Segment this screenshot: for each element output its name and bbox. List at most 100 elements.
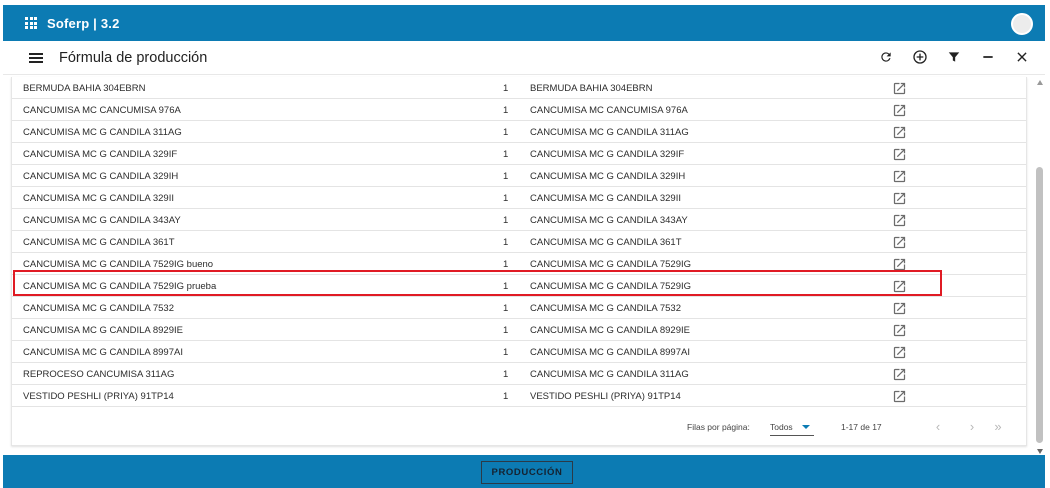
product-cell: CANCUMISA MC G CANDILA 361T xyxy=(23,237,175,248)
bottom-action-bar: PRODUCCIÓN xyxy=(3,455,1045,488)
formula-cell: CANCUMISA MC G CANDILA 329II xyxy=(530,193,681,204)
page-title: Fórmula de producción xyxy=(59,49,208,66)
scroll-down-arrow-icon[interactable] xyxy=(1037,449,1043,454)
product-cell: CANCUMISA MC G CANDILA 7532 xyxy=(23,303,174,314)
formula-cell: CANCUMISA MC G CANDILA 8929IE xyxy=(530,325,690,336)
table-row[interactable]: CANCUMISA MC G CANDILA 8997AI 1 CANCUMISA … xyxy=(12,341,1026,363)
product-cell: CANCUMISA MC G CANDILA 329II xyxy=(23,193,174,204)
caret-down-icon xyxy=(802,425,810,429)
formula-cell: CANCUMISA MC CANCUMISA 976A xyxy=(530,105,688,116)
product-cell: VESTIDO PESHLI (PRIYA) 91TP14 xyxy=(23,391,174,402)
table-row[interactable]: CANCUMISA MC G CANDILA 8929IE 1 CANCUMISA … xyxy=(12,319,1026,341)
open-in-new-icon[interactable] xyxy=(892,367,907,382)
product-cell: BERMUDA BAHIA 304EBRN xyxy=(23,83,146,94)
scroll-thumb[interactable] xyxy=(1036,167,1043,443)
rows-per-page-label: Filas por página: xyxy=(687,422,750,432)
add-circle-icon[interactable] xyxy=(911,46,929,68)
table-pagination: Filas por página: Todos 1-17 de 17 ‹ › » xyxy=(12,408,1026,445)
toolbar-actions xyxy=(877,46,1031,68)
vertical-scrollbar[interactable] xyxy=(1034,77,1046,447)
rows-per-page-value: Todos xyxy=(770,422,793,432)
open-in-new-icon[interactable] xyxy=(892,169,907,184)
formula-cell: CANCUMISA MC G CANDILA 329IF xyxy=(530,149,685,160)
filter-icon[interactable] xyxy=(945,46,963,68)
table-row[interactable]: VESTIDO PESHLI (PRIYA) 91TP14 1 VESTIDO PE… xyxy=(12,385,1026,407)
open-in-new-icon[interactable] xyxy=(892,345,907,360)
table-row[interactable]: REPROCESO CANCUMISA 311AG 1 CANCUMISA MC G… xyxy=(12,363,1026,385)
quantity-cell: 1 xyxy=(503,105,509,116)
table-row[interactable]: CANCUMISA MC G CANDILA 7529IG bueno 1 CANC… xyxy=(12,253,1026,275)
open-in-new-icon[interactable] xyxy=(892,191,907,206)
page-toolbar: Fórmula de producción xyxy=(3,41,1045,75)
product-cell: CANCUMISA MC G CANDILA 7529IG bueno xyxy=(23,259,214,270)
open-in-new-icon[interactable] xyxy=(892,389,907,404)
table-row[interactable]: CANCUMISA MC G CANDILA 329IF 1 CANCUMISA M… xyxy=(12,143,1026,165)
formula-cell: CANCUMISA MC G CANDILA 7529IG xyxy=(530,281,692,292)
quantity-cell: 1 xyxy=(503,303,509,314)
table-row[interactable]: CANCUMISA MC G CANDILA 329II 1 CANCUMISA M… xyxy=(12,187,1026,209)
product-cell: CANCUMISA MC CANCUMISA 976A xyxy=(23,105,181,116)
quantity-cell: 1 xyxy=(503,215,509,226)
formula-cell: CANCUMISA MC G CANDILA 343AY xyxy=(530,215,688,226)
quantity-cell: 1 xyxy=(503,391,509,402)
quantity-cell: 1 xyxy=(503,127,509,138)
refresh-icon[interactable] xyxy=(877,46,895,68)
rows-per-page-select[interactable]: Todos xyxy=(770,418,814,436)
product-cell: CANCUMISA MC G CANDILA 311AG xyxy=(23,127,182,138)
pagination-range: 1-17 de 17 xyxy=(841,422,882,432)
quantity-cell: 1 xyxy=(503,171,509,182)
table-row[interactable]: CANCUMISA MC G CANDILA 7529IG prueba 1 CAN… xyxy=(12,275,1026,297)
formula-cell: BERMUDA BAHIA 304EBRN xyxy=(530,83,653,94)
open-in-new-icon[interactable] xyxy=(892,103,907,118)
formula-cell: CANCUMISA MC G CANDILA 311AG xyxy=(530,127,689,138)
quantity-cell: 1 xyxy=(503,149,509,160)
open-in-new-icon[interactable] xyxy=(892,81,907,96)
open-in-new-icon[interactable] xyxy=(892,257,907,272)
last-page-icon[interactable]: » xyxy=(989,418,1007,436)
quantity-cell: 1 xyxy=(503,83,509,94)
product-cell: CANCUMISA MC G CANDILA 329IH xyxy=(23,171,179,182)
open-in-new-icon[interactable] xyxy=(892,213,907,228)
next-page-icon[interactable]: › xyxy=(963,418,981,436)
table-row[interactable]: BERMUDA BAHIA 304EBRN 1 BERMUDA BAHIA 304E… xyxy=(12,77,1026,99)
quantity-cell: 1 xyxy=(503,237,509,248)
formula-cell: VESTIDO PESHLI (PRIYA) 91TP14 xyxy=(530,391,681,402)
apps-grid-icon[interactable] xyxy=(25,17,37,29)
formula-cell: CANCUMISA MC G CANDILA 7529IG xyxy=(530,259,692,270)
formula-cell: CANCUMISA MC G CANDILA 8997AI xyxy=(530,347,690,358)
user-avatar[interactable] xyxy=(1011,13,1033,35)
quantity-cell: 1 xyxy=(503,193,509,204)
formula-table: BERMUDA BAHIA 304EBRN 1 BERMUDA BAHIA 304E… xyxy=(11,77,1027,446)
table-row[interactable]: CANCUMISA MC G CANDILA 329IH 1 CANCUMISA M… xyxy=(12,165,1026,187)
open-in-new-icon[interactable] xyxy=(892,279,907,294)
open-in-new-icon[interactable] xyxy=(892,301,907,316)
close-icon[interactable] xyxy=(1013,46,1031,68)
product-cell: REPROCESO CANCUMISA 311AG xyxy=(23,369,175,380)
product-cell: CANCUMISA MC G CANDILA 8929IE xyxy=(23,325,183,336)
quantity-cell: 1 xyxy=(503,281,509,292)
open-in-new-icon[interactable] xyxy=(892,235,907,250)
produccion-button[interactable]: PRODUCCIÓN xyxy=(481,461,573,484)
table-row[interactable]: CANCUMISA MC G CANDILA 361T 1 CANCUMISA MC… xyxy=(12,231,1026,253)
table-row[interactable]: CANCUMISA MC G CANDILA 343AY 1 CANCUMISA M… xyxy=(12,209,1026,231)
minimize-icon[interactable] xyxy=(979,46,997,68)
open-in-new-icon[interactable] xyxy=(892,125,907,140)
quantity-cell: 1 xyxy=(503,259,509,270)
product-cell: CANCUMISA MC G CANDILA 7529IG prueba xyxy=(23,281,217,292)
hamburger-menu-icon[interactable] xyxy=(29,52,43,63)
table-row[interactable]: CANCUMISA MC G CANDILA 311AG 1 CANCUMISA M… xyxy=(12,121,1026,143)
table-row[interactable]: CANCUMISA MC G CANDILA 7532 1 CANCUMISA MC… xyxy=(12,297,1026,319)
formula-cell: CANCUMISA MC G CANDILA 311AG xyxy=(530,369,689,380)
open-in-new-icon[interactable] xyxy=(892,147,907,162)
product-cell: CANCUMISA MC G CANDILA 329IF xyxy=(23,149,178,160)
open-in-new-icon[interactable] xyxy=(892,323,907,338)
quantity-cell: 1 xyxy=(503,347,509,358)
formula-cell: CANCUMISA MC G CANDILA 7532 xyxy=(530,303,681,314)
scroll-up-arrow-icon[interactable] xyxy=(1037,80,1043,85)
app-header: Soferp | 3.2 xyxy=(3,5,1045,41)
table-row[interactable]: CANCUMISA MC CANCUMISA 976A 1 CANCUMISA MC… xyxy=(12,99,1026,121)
prev-page-icon[interactable]: ‹ xyxy=(929,418,947,436)
quantity-cell: 1 xyxy=(503,369,509,380)
formula-cell: CANCUMISA MC G CANDILA 361T xyxy=(530,237,682,248)
product-cell: CANCUMISA MC G CANDILA 343AY xyxy=(23,215,181,226)
